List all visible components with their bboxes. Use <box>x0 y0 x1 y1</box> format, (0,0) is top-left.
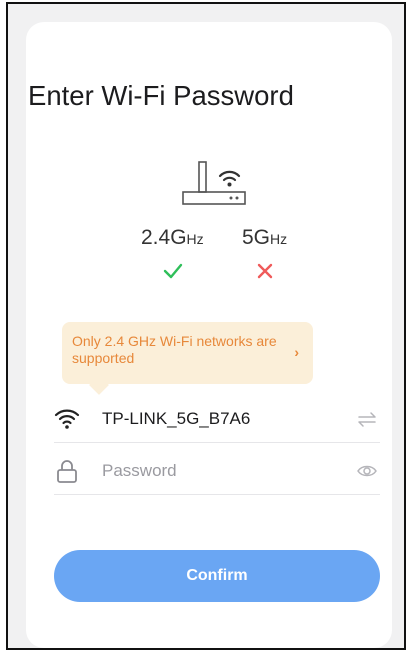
wifi-network-row[interactable]: TP-LINK_5G_B7A6 <box>54 396 380 443</box>
swap-arrows-icon[interactable] <box>356 408 378 430</box>
chevron-right-icon: › <box>294 344 299 360</box>
page-title: Enter Wi-Fi Password <box>28 80 294 111</box>
notice-text: Only 2.4 GHz Wi-Fi networks are supporte… <box>72 333 277 366</box>
router-icon <box>182 161 246 205</box>
band-indicators: 2.4GHz 5GHz <box>0 226 418 286</box>
network-ssid: TP-LINK_5G_B7A6 <box>102 409 251 428</box>
wifi-icon <box>54 409 80 429</box>
band-2-4ghz-label: 2.4GHz <box>141 226 204 249</box>
password-input[interactable] <box>100 456 334 486</box>
lock-icon <box>57 460 77 483</box>
password-row <box>54 448 380 495</box>
confirm-button[interactable]: Confirm <box>54 550 380 602</box>
eye-icon[interactable] <box>356 460 378 482</box>
band-5ghz-label: 5GHz <box>242 226 288 249</box>
check-icon <box>163 263 183 279</box>
cross-icon <box>257 263 273 279</box>
supported-network-notice[interactable]: Only 2.4 GHz Wi-Fi networks are supporte… <box>62 322 313 384</box>
